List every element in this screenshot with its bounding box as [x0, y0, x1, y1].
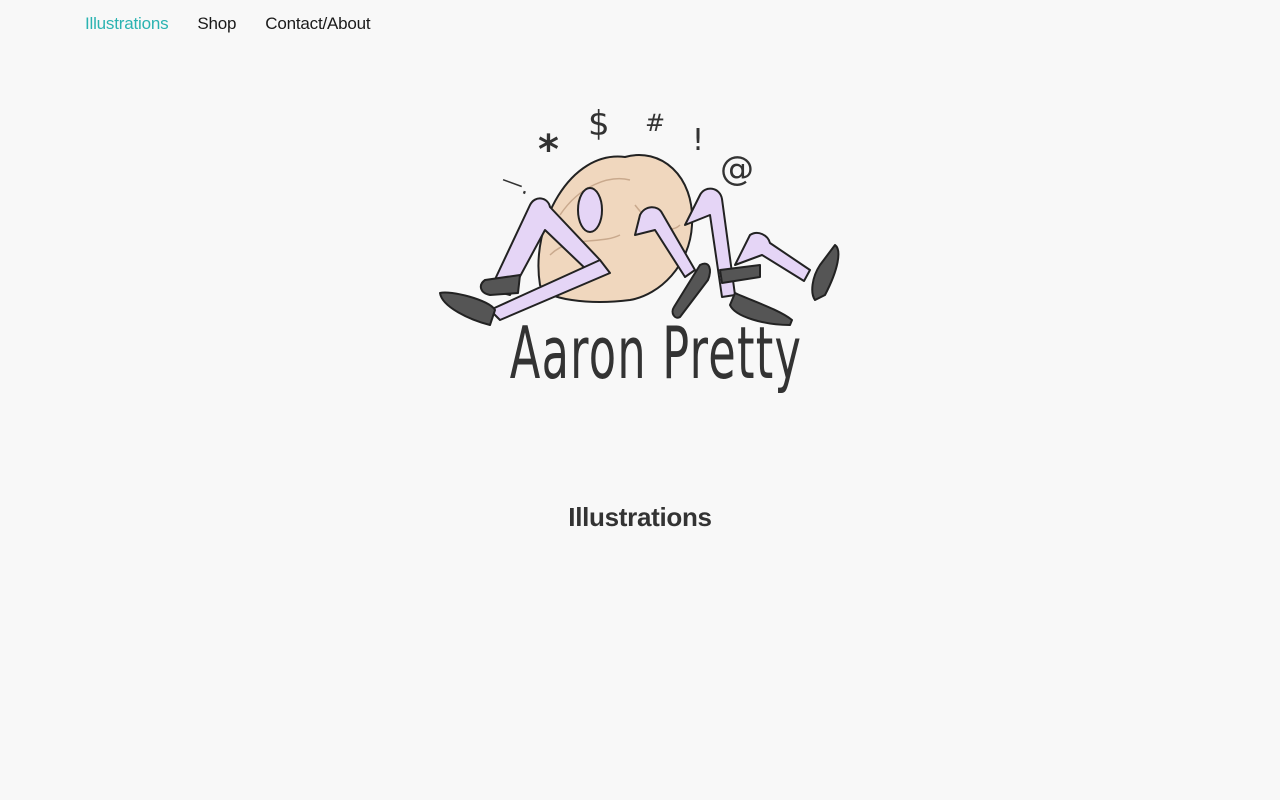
logo-ear	[577, 187, 603, 233]
site-logo[interactable]: —. * $ # ! @ Aaron Pretty	[430, 95, 850, 405]
logo-symbol-exclaim: !	[692, 123, 704, 158]
nav-shop[interactable]: Shop	[197, 14, 236, 34]
logo-shoe-5	[811, 244, 840, 301]
logo-shoe-2	[439, 291, 496, 326]
logo-wordmark: Aaron Pretty	[509, 311, 803, 395]
logo-symbol-at: @	[720, 149, 754, 189]
logo-symbol-dollar: $	[588, 104, 610, 144]
logo-symbol-slash: —.	[498, 167, 534, 200]
logo-symbol-hash: #	[645, 109, 665, 137]
nav-illustrations[interactable]: Illustrations	[85, 14, 169, 34]
logo-symbol-asterisk: *	[538, 127, 559, 173]
main-nav: Illustrations Shop Contact/About	[85, 14, 371, 34]
nav-contact-about[interactable]: Contact/About	[265, 14, 370, 34]
logo-shoe-1	[479, 274, 521, 296]
page-title: Illustrations	[568, 502, 712, 533]
logo-illustration: —. * $ # ! @	[439, 104, 840, 326]
